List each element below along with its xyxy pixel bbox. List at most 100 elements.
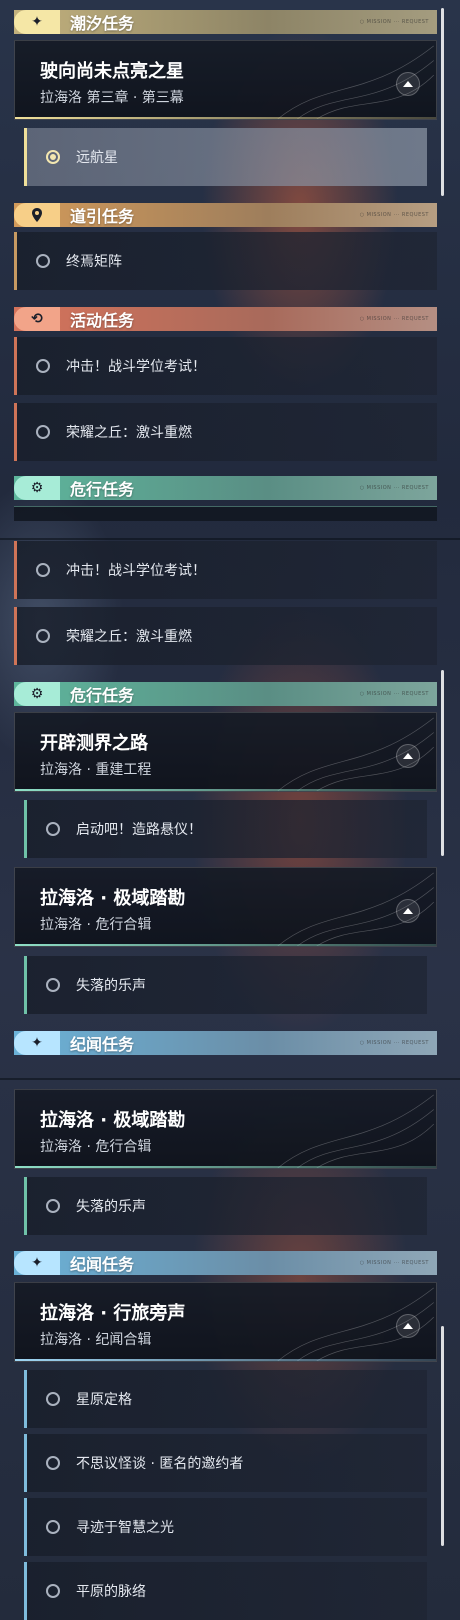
chevron-up-icon xyxy=(403,1323,413,1329)
task-label: 失落的乐声 xyxy=(76,1199,146,1215)
header-label: 危行任务 xyxy=(70,686,135,705)
refresh-icon: ⟲ xyxy=(14,307,60,331)
gear-eye-icon: ⚙ xyxy=(14,682,60,706)
header-tag: ○ MISSION ··· REQUEST xyxy=(359,316,429,322)
header-label: 纪闻任务 xyxy=(70,1255,135,1274)
header-guide-quests[interactable]: 道引任务 ○ MISSION ··· REQUEST xyxy=(14,203,437,227)
radio-empty-icon xyxy=(46,1392,60,1406)
sparkle-icon: ✦ xyxy=(14,1251,60,1275)
header-story-quests[interactable]: ✦ 纪闻任务 ○ MISSION ··· REQUEST xyxy=(14,1031,437,1055)
chapter-card-polar[interactable]: 拉海洛 · 极域踏勘 拉海洛 · 危行合辑 xyxy=(14,1089,437,1169)
header-danger-quests[interactable]: ⚙ 危行任务 ○ MISSION ··· REQUEST xyxy=(14,682,437,706)
task-label: 冲击！战斗学位考试！ xyxy=(66,359,206,375)
chapter-subtitle: 拉海洛 第三章 · 第三幕 xyxy=(40,90,184,106)
section-divider xyxy=(0,1078,460,1080)
chapter-card-star[interactable]: 驶向尚未点亮之星 拉海洛 第三章 · 第三幕 xyxy=(14,40,437,120)
chapter-title: 拉海洛 · 行旅旁声 xyxy=(40,1303,186,1324)
radio-empty-icon xyxy=(36,254,50,268)
collapse-button[interactable] xyxy=(396,72,420,96)
radio-empty-icon xyxy=(46,1456,60,1470)
task-label: 荣耀之丘：激斗重燃 xyxy=(66,629,192,645)
chevron-up-icon xyxy=(403,753,413,759)
radio-selected-icon xyxy=(46,150,60,164)
chapter-title: 拉海洛 · 极域踏勘 xyxy=(40,888,186,909)
task-item-plains[interactable]: 平原的脉络 xyxy=(24,1562,427,1620)
header-tag: ○ MISSION ··· REQUEST xyxy=(359,1040,429,1046)
task-accent-bar xyxy=(24,1370,27,1428)
task-accent-bar xyxy=(24,1562,27,1620)
header-label: 危行任务 xyxy=(70,480,135,499)
task-accent-bar xyxy=(14,232,17,290)
header-label: 纪闻任务 xyxy=(70,1035,135,1054)
task-item-glory[interactable]: 荣耀之丘：激斗重燃 xyxy=(14,403,437,461)
task-label: 寻迹于智慧之光 xyxy=(76,1520,174,1536)
task-label: 远航星 xyxy=(76,150,118,166)
header-tag: ○ MISSION ··· REQUEST xyxy=(359,485,429,491)
task-item-start[interactable]: 启动吧！造路悬仪！ xyxy=(24,800,427,858)
header-story-quests[interactable]: ✦ 纪闻任务 ○ MISSION ··· REQUEST xyxy=(14,1251,437,1275)
chevron-up-icon xyxy=(403,908,413,914)
task-item-impact[interactable]: 冲击！战斗学位考试！ xyxy=(14,337,437,395)
header-event-quests[interactable]: ⟲ 活动任务 ○ MISSION ··· REQUEST xyxy=(14,307,437,331)
header-label: 道引任务 xyxy=(70,207,135,226)
chapter-subtitle: 拉海洛 · 危行合辑 xyxy=(40,917,152,933)
chapter-subtitle: 拉海洛 · 危行合辑 xyxy=(40,1139,152,1155)
task-label: 星原定格 xyxy=(76,1392,132,1408)
task-label: 冲击！战斗学位考试！ xyxy=(66,563,206,579)
header-tag: ○ MISSION ··· REQUEST xyxy=(359,691,429,697)
task-item-glory[interactable]: 荣耀之丘：激斗重燃 xyxy=(14,607,437,665)
task-label: 不思议怪谈 · 匿名的邀约者 xyxy=(76,1456,244,1472)
radio-empty-icon xyxy=(36,359,50,373)
scrollbar-thumb[interactable] xyxy=(441,1326,444,1546)
task-item-lost[interactable]: 失落的乐声 xyxy=(24,956,427,1014)
header-tag: ○ MISSION ··· REQUEST xyxy=(359,1260,429,1266)
section-divider xyxy=(0,538,460,540)
task-item-lost[interactable]: 失落的乐声 xyxy=(24,1177,427,1235)
task-accent-bar xyxy=(14,403,17,461)
task-accent-bar xyxy=(24,128,27,186)
task-accent-bar xyxy=(24,956,27,1014)
sparkle-icon: ✦ xyxy=(14,1031,60,1055)
chapter-card-road[interactable]: 开辟测界之路 拉海洛 · 重建工程 xyxy=(14,712,437,792)
chapter-title: 驶向尚未点亮之星 xyxy=(40,61,184,82)
radio-empty-icon xyxy=(46,1199,60,1213)
radio-empty-icon xyxy=(46,1520,60,1534)
header-tag: ○ MISSION ··· REQUEST xyxy=(359,19,429,25)
collapse-button[interactable] xyxy=(396,899,420,923)
chevron-up-icon xyxy=(403,81,413,87)
collapse-button[interactable] xyxy=(396,1314,420,1338)
task-label: 终焉矩阵 xyxy=(66,254,122,270)
task-label: 启动吧！造路悬仪！ xyxy=(76,822,202,838)
task-label: 荣耀之丘：激斗重燃 xyxy=(66,425,192,441)
task-item-matrix[interactable]: 终焉矩阵 xyxy=(14,232,437,290)
task-label: 失落的乐声 xyxy=(76,978,146,994)
task-accent-bar xyxy=(14,337,17,395)
chapter-title: 拉海洛 · 极域踏勘 xyxy=(40,1110,186,1131)
scrollbar-thumb[interactable] xyxy=(441,670,444,856)
contour-pattern xyxy=(277,1094,434,1168)
chapter-card-polar[interactable]: 拉海洛 · 极域踏勘 拉海洛 · 危行合辑 xyxy=(14,867,437,947)
header-danger-quests[interactable]: ⚙ 危行任务 ○ MISSION ··· REQUEST xyxy=(14,476,437,500)
radio-empty-icon xyxy=(36,425,50,439)
scrollbar-thumb[interactable] xyxy=(441,8,444,196)
task-item-voyager[interactable]: 远航星 xyxy=(24,128,427,186)
chapter-card-peek xyxy=(14,506,437,521)
chapter-subtitle: 拉海洛 · 纪闻合辑 xyxy=(40,1332,152,1348)
header-tide-quests[interactable]: ✦ 潮汐任务 ○ MISSION ··· REQUEST xyxy=(14,10,437,34)
task-item-impact[interactable]: 冲击！战斗学位考试！ xyxy=(14,541,437,599)
task-accent-bar xyxy=(14,541,17,599)
chapter-card-travel[interactable]: 拉海洛 · 行旅旁声 拉海洛 · 纪闻合辑 xyxy=(14,1282,437,1362)
gear-eye-icon: ⚙ xyxy=(14,476,60,500)
radio-empty-icon xyxy=(36,563,50,577)
sparkle-icon: ✦ xyxy=(14,10,60,34)
collapse-button[interactable] xyxy=(396,744,420,768)
task-item-freeze[interactable]: 星原定格 xyxy=(24,1370,427,1428)
chapter-subtitle: 拉海洛 · 重建工程 xyxy=(40,762,152,778)
header-label: 活动任务 xyxy=(70,311,135,330)
task-accent-bar xyxy=(24,1177,27,1235)
task-item-wisdom[interactable]: 寻迹于智慧之光 xyxy=(24,1498,427,1556)
radio-empty-icon xyxy=(46,822,60,836)
radio-empty-icon xyxy=(46,1584,60,1598)
task-item-mystery[interactable]: 不思议怪谈 · 匿名的邀约者 xyxy=(24,1434,427,1492)
task-accent-bar xyxy=(14,607,17,665)
